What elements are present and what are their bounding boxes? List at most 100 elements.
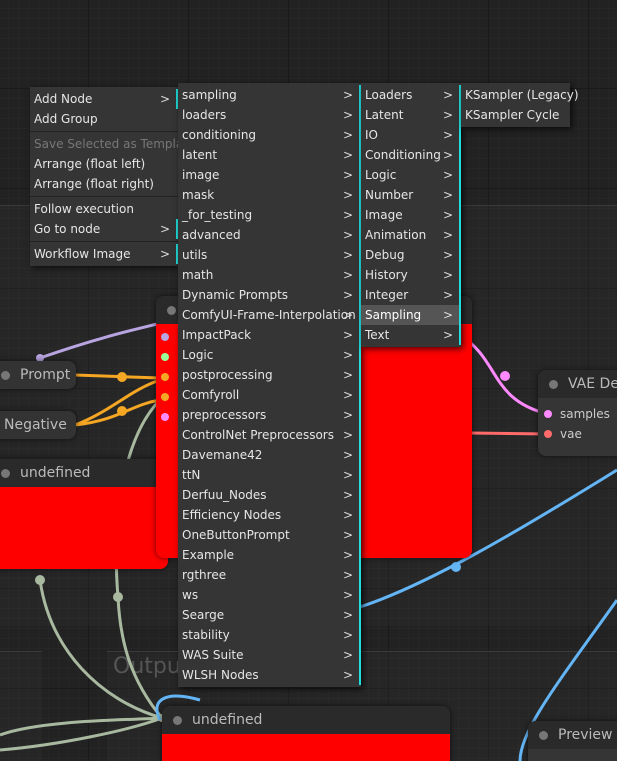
menu-item-workflow-image[interactable]: Workflow Image > [30, 244, 178, 264]
sampling-sub-debug[interactable]: Debug > [361, 245, 461, 265]
menu-item-arrange-float-right[interactable]: Arrange (float right) [30, 174, 178, 194]
node-collapse-dot[interactable] [1, 371, 10, 380]
category-rgthree[interactable]: rgthree > [178, 565, 361, 585]
menu-item-label: ComfyUI-Frame-Interpolation [182, 308, 356, 322]
menu-item-label: stability [182, 628, 230, 642]
menu-item-label: KSampler Cycle [465, 108, 560, 122]
category-latent[interactable]: latent > [178, 145, 361, 165]
node-category-menu: sampling > loaders > conditioning > latent > ima… [178, 83, 361, 687]
node-collapse-dot[interactable] [167, 306, 176, 315]
category-derfuu-nodes[interactable]: Derfuu_Nodes > [178, 485, 361, 505]
category-loaders[interactable]: loaders > [178, 105, 361, 125]
category-searge[interactable]: Searge > [178, 605, 361, 625]
menu-item-label: Image [365, 208, 403, 222]
menu-item-add-group[interactable]: Add Group [30, 109, 178, 129]
category-onebuttonprompt[interactable]: OneButtonPrompt > [178, 525, 361, 545]
menu-item-label: History [365, 268, 408, 282]
menu-item-label: Dynamic Prompts [182, 288, 289, 302]
sampling-sub-loaders[interactable]: Loaders > [361, 85, 461, 105]
category-comfyroll[interactable]: Comfyroll > [178, 385, 361, 405]
sampling-sub-image[interactable]: Image > [361, 205, 461, 225]
category-controlnet-preprocessors[interactable]: ControlNet Preprocessors > [178, 425, 361, 445]
sampling-sub-integer[interactable]: Integer > [361, 285, 461, 305]
menu-item-label: Follow execution [34, 202, 134, 216]
menu-item-label: sampling [182, 88, 237, 102]
category-conditioning[interactable]: conditioning > [178, 125, 361, 145]
menu-item-go-to-node[interactable]: Go to node > [30, 219, 178, 239]
undefined-node-left[interactable]: undefined [0, 459, 168, 569]
sampling-sub-text[interactable]: Text > [361, 325, 461, 345]
submenu-arrow-icon: > [342, 188, 353, 202]
sampling-sub-latent[interactable]: Latent > [361, 105, 461, 125]
category-logic[interactable]: Logic > [178, 345, 361, 365]
sampling-sub-number[interactable]: Number > [361, 185, 461, 205]
input-slot-positive[interactable] [161, 373, 169, 381]
sampling-sub-logic[interactable]: Logic > [361, 165, 461, 185]
menu-item-label: Efficiency Nodes [182, 508, 282, 522]
node-collapse-dot[interactable] [539, 731, 548, 740]
category-math[interactable]: math > [178, 265, 361, 285]
undefined-node-bottom[interactable]: undefined [162, 706, 450, 761]
vae-input-samples[interactable]: samples [544, 407, 610, 421]
menu-item-add-node[interactable]: Add Node > [30, 89, 178, 109]
menu-item-label: rgthree [182, 568, 227, 582]
node-item-ksampler-cycle[interactable]: KSampler Cycle [461, 105, 570, 125]
category-comfyui-frame-interpolation[interactable]: ComfyUI-Frame-Interpolation > [178, 305, 361, 325]
submenu-arrow-icon: > [442, 328, 453, 342]
category-impactpack[interactable]: ImpactPack > [178, 325, 361, 345]
category-mask[interactable]: mask > [178, 185, 361, 205]
category-utils[interactable]: utils > [178, 245, 361, 265]
vae-input-vae[interactable]: vae [544, 427, 582, 441]
category-ttn[interactable]: ttN > [178, 465, 361, 485]
node-collapse-dot[interactable] [549, 380, 558, 389]
node-collapse-dot[interactable] [1, 469, 10, 478]
submenu-arrow-icon: > [342, 488, 353, 502]
node-preview-area [162, 734, 450, 761]
category-sampling[interactable]: sampling > [178, 85, 361, 105]
menu-item-label: Derfuu_Nodes [182, 488, 267, 502]
category-preprocessors[interactable]: preprocessors > [178, 405, 361, 425]
vae-decode-node[interactable]: VAE De samples vae [538, 370, 617, 456]
category-image[interactable]: image > [178, 165, 361, 185]
submenu-arrow-icon: > [442, 228, 453, 242]
submenu-arrow-icon: > [342, 448, 353, 462]
submenu-arrow-icon: > [342, 128, 353, 142]
negative-node[interactable]: Negative [0, 411, 76, 439]
node-item-ksampler-legacy[interactable]: KSampler (Legacy) [461, 85, 579, 105]
input-slot-clip[interactable] [161, 353, 169, 361]
category-dynamic-prompts[interactable]: Dynamic Prompts > [178, 285, 361, 305]
node-collapse-dot[interactable] [173, 716, 182, 725]
sampling-sub-io[interactable]: IO > [361, 125, 461, 145]
submenu-arrow-icon: > [442, 108, 453, 122]
prompt-node[interactable]: Prompt [0, 361, 76, 389]
category-postprocessing[interactable]: postprocessing > [178, 365, 361, 385]
category-davemane42[interactable]: Davemane42 > [178, 445, 361, 465]
category-example[interactable]: Example > [178, 545, 361, 565]
menu-item-label: advanced [182, 228, 241, 242]
menu-item-label: Integer [365, 288, 409, 302]
sampling-sub-sampling[interactable]: Sampling > [361, 305, 461, 325]
input-slot-latent[interactable] [161, 413, 169, 421]
category-efficiency-nodes[interactable]: Efficiency Nodes > [178, 505, 361, 525]
node-graph-canvas[interactable]: Outpu Prompt Negative undefined VAE De s… [0, 0, 617, 761]
category-for-testing[interactable]: _for_testing > [178, 205, 361, 225]
submenu-arrow-icon: > [442, 268, 453, 282]
menu-item-label: Text [365, 328, 390, 342]
category-ws[interactable]: ws > [178, 585, 361, 605]
menu-item-arrange-float-left[interactable]: Arrange (float left) [30, 154, 178, 174]
menu-item-label: mask [182, 188, 215, 202]
input-slot-model[interactable] [161, 333, 169, 341]
submenu-arrow-icon: > [342, 508, 353, 522]
submenu-arrow-icon: > [342, 568, 353, 582]
sampling-sub-conditioning[interactable]: Conditioning > [361, 145, 461, 165]
category-was-suite[interactable]: WAS Suite > [178, 645, 361, 665]
submenu-arrow-icon: > [342, 348, 353, 362]
preview-image-node[interactable]: Preview In [528, 721, 617, 761]
category-stability[interactable]: stability > [178, 625, 361, 645]
input-slot-negative[interactable] [161, 393, 169, 401]
category-advanced[interactable]: advanced > [178, 225, 361, 245]
menu-item-follow-execution[interactable]: Follow execution [30, 199, 178, 219]
sampling-sub-animation[interactable]: Animation > [361, 225, 461, 245]
sampling-sub-history[interactable]: History > [361, 265, 461, 285]
category-wlsh-nodes[interactable]: WLSH Nodes > [178, 665, 361, 685]
